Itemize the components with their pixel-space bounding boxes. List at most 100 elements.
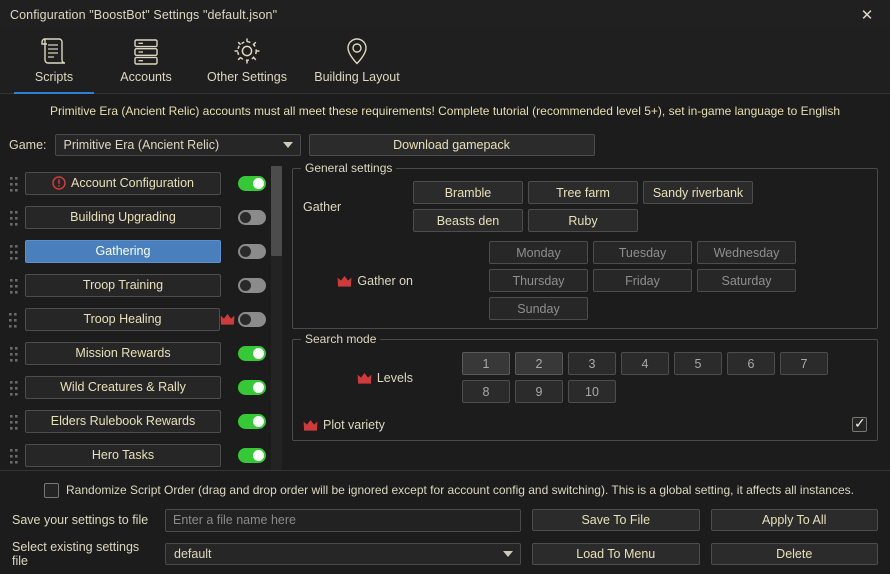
drag-handle-icon <box>10 411 19 431</box>
script-list: Account Configuration Building Upgrading… <box>0 166 292 470</box>
level-option-8[interactable]: 8 <box>462 380 510 403</box>
level-option-7[interactable]: 7 <box>780 352 828 375</box>
gather-day-saturday[interactable]: Saturday <box>697 269 796 292</box>
filename-input[interactable] <box>165 509 521 532</box>
drag-handle[interactable] <box>7 377 21 397</box>
scroll-icon <box>37 34 71 68</box>
toggle-knob <box>240 246 251 257</box>
script-item-troop-training[interactable]: Troop Training <box>25 274 221 297</box>
drag-handle-icon <box>10 445 19 465</box>
level-option-1[interactable]: 1 <box>462 352 510 375</box>
crown-icon <box>357 372 372 384</box>
drag-handle[interactable] <box>7 173 21 193</box>
tab-building-layout[interactable]: Building Layout <box>302 30 412 94</box>
gather-option[interactable]: Tree farm <box>528 181 638 204</box>
drag-handle[interactable] <box>7 411 21 431</box>
level-option-5[interactable]: 5 <box>674 352 722 375</box>
requirements-notice: Primitive Era (Ancient Relic) accounts m… <box>0 94 890 128</box>
levels-label-wrap: Levels <box>303 371 413 385</box>
toggle-knob <box>253 416 264 427</box>
apply-to-all-button[interactable]: Apply To All <box>711 509 879 531</box>
level-option-10[interactable]: 10 <box>568 380 616 403</box>
gather-option[interactable]: Sandy riverbank <box>643 181 753 204</box>
script-enable-toggle[interactable] <box>238 176 266 191</box>
gather-option[interactable]: Ruby <box>528 209 638 232</box>
gather-option[interactable]: Bramble <box>413 181 523 204</box>
script-item-account-configuration[interactable]: Account Configuration <box>25 172 221 195</box>
drag-handle[interactable] <box>7 275 21 295</box>
toggle-knob <box>240 212 251 223</box>
plot-variety-field: Plot variety <box>303 417 867 432</box>
gather-day-monday[interactable]: Monday <box>489 241 588 264</box>
script-item-gathering[interactable]: Gathering <box>25 240 221 263</box>
gear-icon <box>230 34 264 68</box>
delete-button[interactable]: Delete <box>711 543 879 565</box>
level-option-4[interactable]: 4 <box>621 352 669 375</box>
game-dropdown[interactable]: Primitive Era (Ancient Relic) <box>55 134 301 156</box>
drag-handle-icon <box>10 173 19 193</box>
gather-day-thursday[interactable]: Thursday <box>489 269 588 292</box>
plot-variety-checkbox[interactable] <box>852 417 867 432</box>
script-enable-toggle[interactable] <box>238 346 266 361</box>
script-enable-toggle[interactable] <box>238 210 266 225</box>
save-to-file-button[interactable]: Save To File <box>532 509 700 531</box>
script-item-label: Account Configuration <box>71 176 194 190</box>
crown-icon <box>220 313 235 325</box>
load-to-menu-button[interactable]: Load To Menu <box>532 543 700 565</box>
level-option-2[interactable]: 2 <box>515 352 563 375</box>
drag-handle[interactable] <box>7 309 21 329</box>
map-pin-icon <box>340 34 374 68</box>
scrollbar-thumb[interactable] <box>271 166 282 256</box>
script-item-building-upgrading[interactable]: Building Upgrading <box>25 206 221 229</box>
script-item-label: Hero Tasks <box>92 448 154 462</box>
gather-day-sunday[interactable]: Sunday <box>489 297 588 320</box>
gather-option[interactable]: Beasts den <box>413 209 523 232</box>
level-option-9[interactable]: 9 <box>515 380 563 403</box>
randomize-script-order-checkbox[interactable] <box>44 483 59 498</box>
script-enable-toggle[interactable] <box>238 244 266 259</box>
drag-handle[interactable] <box>7 343 21 363</box>
toggle-knob <box>253 348 264 359</box>
plot-variety-label: Plot variety <box>323 418 385 432</box>
settings-panels: General settings Gather Bramble Tree far… <box>292 166 890 470</box>
main-content: Account Configuration Building Upgrading… <box>0 166 890 470</box>
drag-handle-icon <box>9 309 18 329</box>
level-option-6[interactable]: 6 <box>727 352 775 375</box>
script-item-label: Mission Rewards <box>75 346 170 360</box>
script-list-scrollbar[interactable] <box>271 166 282 470</box>
save-settings-row: Save your settings to file Save To File … <box>12 503 878 537</box>
gather-day-wednesday[interactable]: Wednesday <box>697 241 796 264</box>
level-options: 1234567 8910 <box>413 352 867 403</box>
script-item-mission-rewards[interactable]: Mission Rewards <box>25 342 221 365</box>
gather-day-tuesday[interactable]: Tuesday <box>593 241 692 264</box>
script-item-troop-healing[interactable]: Troop Healing <box>25 308 220 331</box>
randomize-label: Randomize Script Order (drag and drop or… <box>66 483 854 497</box>
script-enable-toggle[interactable] <box>238 380 266 395</box>
script-item-elders-rulebook-rewards[interactable]: Elders Rulebook Rewards <box>25 410 221 433</box>
script-enable-toggle[interactable] <box>238 278 266 293</box>
search-mode-group: Search mode Levels 12345678910 <box>292 339 878 441</box>
drag-handle[interactable] <box>7 241 21 261</box>
drag-handle-icon <box>10 343 19 363</box>
tab-scripts[interactable]: Scripts <box>8 30 100 94</box>
tab-other-settings[interactable]: Other Settings <box>192 30 302 94</box>
gather-day-friday[interactable]: Friday <box>593 269 692 292</box>
script-enable-toggle[interactable] <box>238 448 266 463</box>
close-icon[interactable]: ✕ <box>844 0 890 30</box>
warning-icon <box>52 176 66 190</box>
drag-handle[interactable] <box>7 207 21 227</box>
script-enable-toggle[interactable] <box>238 312 266 327</box>
game-selector-row: Game: Primitive Era (Ancient Relic) Down… <box>0 128 890 162</box>
tab-accounts[interactable]: Accounts <box>100 30 192 94</box>
settings-file-dropdown[interactable]: default <box>165 543 521 565</box>
drag-handle[interactable] <box>7 445 21 465</box>
script-item-hero-tasks[interactable]: Hero Tasks <box>25 444 221 467</box>
level-option-3[interactable]: 3 <box>568 352 616 375</box>
gather-label-wrap: Gather <box>303 200 413 214</box>
download-gamepack-button[interactable]: Download gamepack <box>309 134 595 156</box>
script-item-wild-creatures-rally[interactable]: Wild Creatures & Rally <box>25 376 221 399</box>
footer: Randomize Script Order (drag and drop or… <box>0 470 890 574</box>
select-settings-row: Select existing settings file default Lo… <box>12 537 878 571</box>
script-enable-toggle[interactable] <box>238 414 266 429</box>
gather-day-options: Monday Tuesday Wednesday Thursday Friday… <box>413 241 867 320</box>
